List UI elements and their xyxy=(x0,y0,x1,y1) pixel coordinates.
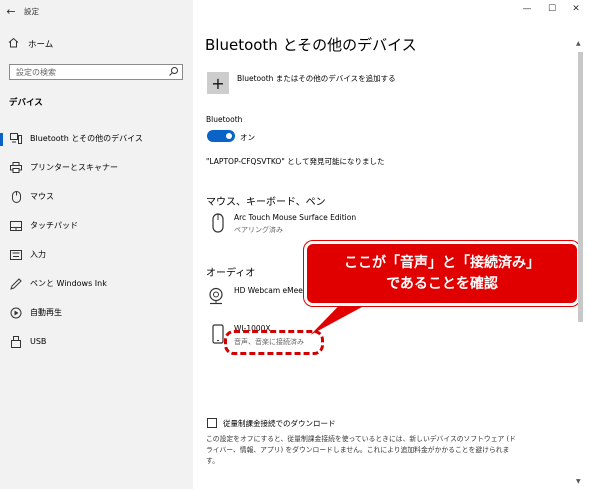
sidebar-item-label: Bluetooth とその他のデバイス xyxy=(30,134,143,143)
pen-icon xyxy=(9,277,23,290)
scrollbar-thumb[interactable] xyxy=(578,52,583,322)
callout-line-2: であることを確認 xyxy=(386,275,498,292)
sidebar-item-autoplay[interactable]: 自動再生 xyxy=(0,298,193,327)
metered-checkbox[interactable] xyxy=(207,418,217,428)
highlight-outline xyxy=(224,330,324,355)
bluetooth-devices-icon xyxy=(9,133,23,145)
autoplay-icon xyxy=(9,307,23,319)
sidebar-item-bluetooth[interactable]: Bluetooth とその他のデバイス xyxy=(0,124,193,153)
sidebar-item-usb[interactable]: USB xyxy=(0,327,193,356)
sidebar-item-label: USB xyxy=(30,337,47,346)
home-label: ホーム xyxy=(28,40,54,50)
sidebar-item-label: 自動再生 xyxy=(30,308,62,317)
sidebar-item-label: ペンと Windows Ink xyxy=(30,279,107,288)
search-input[interactable] xyxy=(10,65,160,79)
printer-icon xyxy=(9,162,23,174)
sidebar-item-mouse[interactable]: マウス xyxy=(0,182,193,211)
titlebar: ← 設定 xyxy=(0,0,193,22)
sidebar-item-label: 入力 xyxy=(30,250,46,259)
callout-line-1: ここが「音声」と「接続済み」 xyxy=(344,254,540,271)
metered-note: この設定をオフにすると、従量制課金接続を使っているときには、新しいデバイスのソフ… xyxy=(206,435,516,465)
sidebar-item-home[interactable]: ホーム xyxy=(8,37,53,51)
sidebar-item-typing[interactable]: 入力 xyxy=(0,240,193,269)
back-arrow-icon[interactable]: ← xyxy=(0,0,22,22)
scroll-up-icon[interactable]: ▲ xyxy=(576,40,581,47)
sidebar-item-touchpad[interactable]: タッチパッド xyxy=(0,211,193,240)
main-content: Bluetooth とその他のデバイス + Bluetooth またはその他のデ… xyxy=(193,0,589,489)
scroll-down-icon[interactable]: ▼ xyxy=(576,478,581,485)
sidebar-nav: Bluetooth とその他のデバイス プリンターとスキャナー マウス タッチパ… xyxy=(0,124,193,356)
sidebar-item-label: マウス xyxy=(30,192,54,201)
app-title: 設定 xyxy=(24,6,39,16)
sidebar: ← 設定 ホーム デバイス Bluetooth とその他のデバイス プリンターと… xyxy=(0,0,193,489)
sidebar-item-label: タッチパッド xyxy=(30,221,78,230)
search-box[interactable] xyxy=(9,64,183,80)
mouse-icon xyxy=(9,190,23,203)
callout-box: ここが「音声」と「接続済み」 であることを確認 xyxy=(303,240,581,307)
metered-checkbox-label[interactable]: 従量制課金接続でのダウンロード xyxy=(223,418,336,429)
keyboard-icon xyxy=(9,249,23,261)
sidebar-item-label: プリンターとスキャナー xyxy=(30,163,118,172)
usb-icon xyxy=(9,335,23,348)
touchpad-icon xyxy=(9,220,23,232)
search-icon[interactable] xyxy=(168,66,179,77)
home-icon xyxy=(8,37,22,51)
sidebar-item-printers[interactable]: プリンターとスキャナー xyxy=(0,153,193,182)
sidebar-item-pen[interactable]: ペンと Windows Ink xyxy=(0,269,193,298)
section-heading: デバイス xyxy=(9,98,43,108)
